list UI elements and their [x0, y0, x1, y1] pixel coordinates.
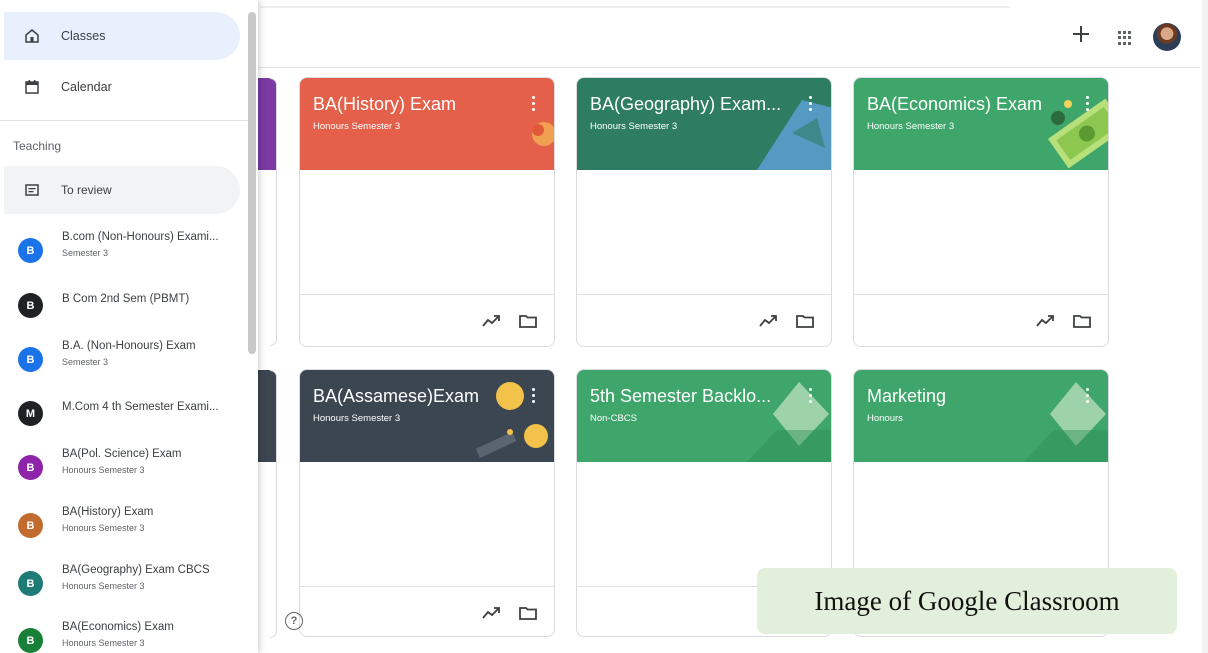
card-subtitle: Honours — [867, 413, 903, 424]
class-name: M.Com 4 th Semester Exami... — [62, 401, 219, 413]
class-card[interactable]: BA(Assamese)Exam Honours Semester 3 — [299, 369, 555, 637]
card-footer — [577, 294, 831, 346]
trending-up-icon[interactable] — [482, 315, 500, 327]
nav-label-to-review: To review — [61, 183, 112, 197]
create-join-plus-icon[interactable] — [1073, 26, 1089, 42]
class-name: B.A. (Non-Honours) Exam — [62, 340, 196, 352]
card-title[interactable]: Marketing — [867, 386, 1075, 407]
class-card[interactable]: BA(History) Exam Honours Semester 3 — [299, 77, 555, 347]
nav-item-classes[interactable]: Classes — [4, 12, 240, 60]
class-subtitle: Semester 3 — [62, 357, 109, 367]
class-subtitle: Honours Semester 3 — [62, 465, 145, 475]
sidebar-class-item[interactable]: B B.com (Non-Honours) Exami... Semester 3 — [0, 224, 248, 280]
class-subtitle: Semester 3 — [62, 248, 109, 258]
more-options-icon[interactable] — [809, 388, 813, 404]
trending-up-icon[interactable] — [1036, 315, 1054, 327]
page-scrollbar[interactable] — [1202, 0, 1208, 653]
card-header[interactable]: BA(Geography) Exam... Honours Semester 3 — [577, 78, 831, 170]
review-icon — [25, 184, 39, 196]
folder-icon[interactable] — [796, 314, 814, 328]
card-subtitle: Honours Semester 3 — [313, 413, 401, 424]
header-art — [507, 429, 513, 435]
nav-label-classes: Classes — [61, 29, 106, 43]
class-subtitle: Honours Semester 3 — [62, 581, 145, 591]
card-footer — [300, 294, 554, 346]
navigation-drawer: Classes Calendar Teaching To review B B.c… — [0, 0, 258, 653]
loading-line — [260, 6, 1010, 8]
card-title[interactable]: 5th Semester Backlo... — [590, 386, 798, 407]
card-footer — [300, 586, 554, 636]
class-subtitle: Honours Semester 3 — [62, 638, 145, 648]
trending-up-icon[interactable] — [482, 607, 500, 619]
header-art — [1024, 430, 1108, 462]
card-header[interactable]: Marketing Honours — [854, 370, 1108, 462]
folder-icon[interactable] — [1073, 314, 1091, 328]
hidden-card-2-edge — [270, 370, 277, 638]
class-avatar: B — [18, 513, 43, 538]
class-card[interactable]: BA(Geography) Exam... Honours Semester 3 — [576, 77, 832, 347]
more-options-icon[interactable] — [1086, 388, 1090, 404]
google-apps-icon[interactable] — [1118, 31, 1132, 45]
class-avatar: B — [18, 571, 43, 596]
sidebar-class-item[interactable]: B BA(History) Exam Honours Semester 3 — [0, 499, 248, 555]
sidebar-divider — [0, 120, 248, 121]
sidebar-class-item[interactable]: B BA(Geography) Exam CBCS Honours Semester… — [0, 557, 248, 613]
class-avatar: B — [18, 238, 43, 263]
class-name: B.com (Non-Honours) Exami... — [62, 231, 219, 243]
sidebar-scrollbar[interactable] — [248, 12, 256, 354]
card-header[interactable]: 5th Semester Backlo... Non-CBCS — [577, 370, 831, 462]
class-card[interactable]: BA(Economics) Exam Honours Semester 3 — [853, 77, 1109, 347]
class-avatar: B — [18, 628, 43, 653]
header-art — [475, 432, 517, 458]
trending-up-icon[interactable] — [759, 315, 777, 327]
header-art — [747, 430, 831, 462]
header-art — [524, 424, 548, 448]
class-subtitle: Honours Semester 3 — [62, 523, 145, 533]
card-subtitle: Honours Semester 3 — [590, 121, 678, 132]
card-title[interactable]: BA(History) Exam — [313, 94, 521, 115]
more-options-icon[interactable] — [809, 96, 813, 112]
hidden-card-1-edge — [270, 78, 277, 346]
classroom-app: BA(History) Exam Honours Semester 3 BA(Geo… — [0, 0, 1208, 653]
card-header[interactable]: BA(History) Exam Honours Semester 3 — [300, 78, 554, 170]
class-name: BA(Economics) Exam — [62, 621, 174, 633]
sidebar-class-item[interactable]: B B.A. (Non-Honours) Exam Semester 3 — [0, 333, 248, 389]
header-art — [532, 124, 544, 136]
class-name: BA(Pol. Science) Exam — [62, 448, 182, 460]
more-options-icon[interactable] — [532, 388, 536, 404]
card-title[interactable]: BA(Economics) Exam — [867, 94, 1075, 115]
class-name: BA(Geography) Exam CBCS — [62, 564, 210, 576]
sidebar-class-item[interactable]: B B Com 2nd Sem (PBMT) — [0, 279, 248, 335]
nav-item-to-review[interactable]: To review — [4, 166, 240, 214]
class-avatar: B — [18, 455, 43, 480]
sidebar-class-item[interactable]: B BA(Economics) Exam Honours Semester 3 — [0, 614, 248, 653]
class-name: B Com 2nd Sem (PBMT) — [62, 293, 190, 305]
folder-icon[interactable] — [519, 606, 537, 620]
card-header[interactable]: BA(Assamese)Exam Honours Semester 3 — [300, 370, 554, 462]
card-subtitle: Non-CBCS — [590, 413, 637, 424]
calendar-icon — [25, 80, 39, 94]
class-avatar: M — [18, 401, 43, 426]
class-name: BA(History) Exam — [62, 506, 154, 518]
card-subtitle: Honours Semester 3 — [867, 121, 955, 132]
account-avatar[interactable] — [1153, 23, 1181, 51]
nav-label-calendar: Calendar — [61, 80, 112, 94]
sidebar-class-item[interactable]: M M.Com 4 th Semester Exami... — [0, 387, 248, 443]
image-caption: Image of Google Classroom — [757, 568, 1177, 634]
card-header[interactable]: BA(Economics) Exam Honours Semester 3 — [854, 78, 1108, 170]
help-icon[interactable]: ? — [285, 612, 303, 630]
folder-icon[interactable] — [519, 314, 537, 328]
sidebar-class-item[interactable]: B BA(Pol. Science) Exam Honours Semester 3 — [0, 441, 248, 497]
card-title[interactable]: BA(Assamese)Exam — [313, 386, 521, 407]
more-options-icon[interactable] — [1086, 96, 1090, 112]
nav-item-calendar[interactable]: Calendar — [4, 63, 240, 111]
class-avatar: B — [18, 293, 43, 318]
class-avatar: B — [18, 347, 43, 372]
home-icon — [25, 29, 39, 43]
card-title[interactable]: BA(Geography) Exam... — [590, 94, 798, 115]
more-options-icon[interactable] — [532, 96, 536, 112]
card-footer — [854, 294, 1108, 346]
teaching-section-label: Teaching — [13, 139, 62, 153]
card-subtitle: Honours Semester 3 — [313, 121, 401, 132]
